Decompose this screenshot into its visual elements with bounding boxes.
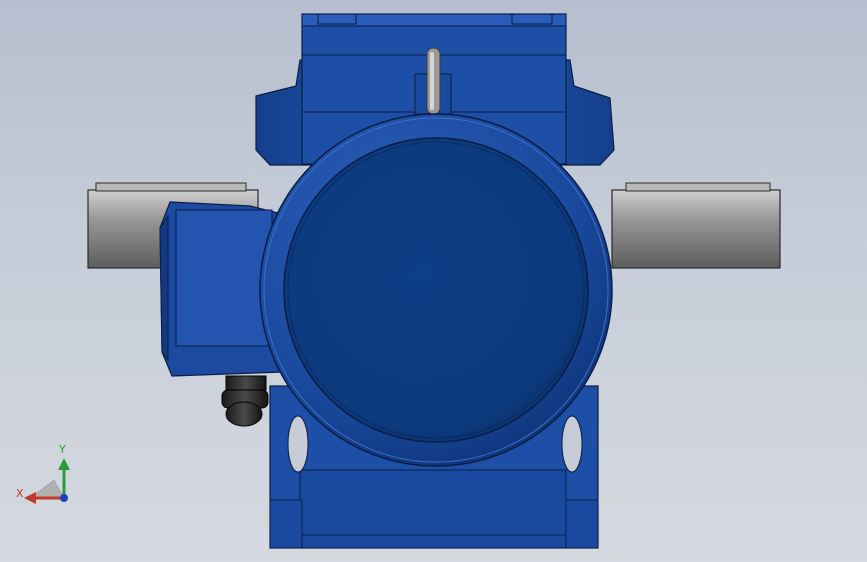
motor-fan-cover[interactable] [259,113,613,467]
y-axis-label: Y [59,443,66,456]
x-axis-label: X [16,487,24,500]
coordinate-triad [24,458,70,504]
lifting-eye-bolt[interactable] [426,47,441,115]
z-axis-dot [60,494,68,502]
graphics-viewport[interactable]: Y X [0,0,867,562]
y-axis-arrowhead [58,458,70,470]
gear-motor-model[interactable] [0,0,867,562]
x-axis-arrowhead [24,492,36,504]
right-shaft[interactable] [611,182,781,269]
cable-gland[interactable] [221,375,269,427]
